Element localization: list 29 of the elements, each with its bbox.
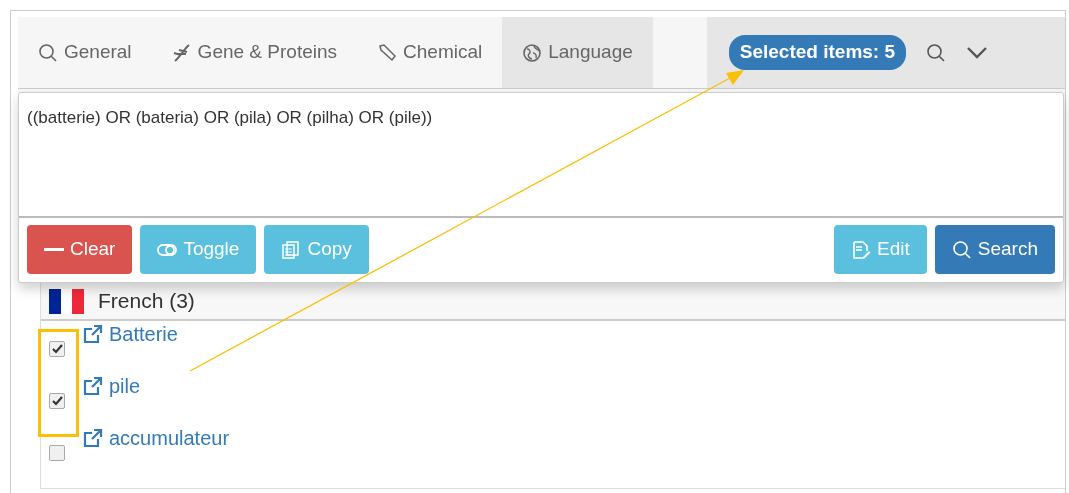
checkbox[interactable] [49, 445, 65, 461]
query-field[interactable]: ((batterie) OR (bateria) OR (pila) OR (pilha) OR (pile)) [19, 93, 1063, 218]
tab[interactable]: Gene & Proteins [151, 17, 358, 88]
globe-icon [522, 42, 543, 63]
external-link-icon [83, 428, 103, 448]
search-button[interactable]: Search [934, 225, 1055, 274]
pipette-icon [377, 42, 398, 63]
checkbox[interactable] [49, 341, 65, 357]
external-link-icon [83, 376, 103, 396]
term-link[interactable]: Batterie [109, 319, 178, 349]
search-icon[interactable] [926, 42, 947, 63]
tab[interactable]: General [18, 17, 152, 88]
chevron-down-icon[interactable] [966, 45, 989, 60]
search-icon [951, 239, 972, 260]
minus-icon [44, 248, 64, 251]
document-edit-icon [851, 239, 872, 260]
copy-icon [281, 239, 302, 260]
tab[interactable]: Chemical [357, 17, 503, 88]
tab[interactable]: Language [502, 17, 653, 88]
search-icon [38, 42, 58, 63]
action-button[interactable]: Clear [27, 225, 133, 274]
external-link-icon [83, 324, 103, 344]
term-link[interactable]: accumulateur [109, 423, 230, 453]
dna-icon [171, 42, 192, 63]
term-link[interactable]: pile [109, 371, 141, 401]
selected-items-badge: Selected items: 5 [728, 35, 907, 70]
flag-icon [49, 288, 84, 314]
checkbox[interactable] [49, 393, 65, 409]
group-heading: French (3) [98, 288, 195, 315]
